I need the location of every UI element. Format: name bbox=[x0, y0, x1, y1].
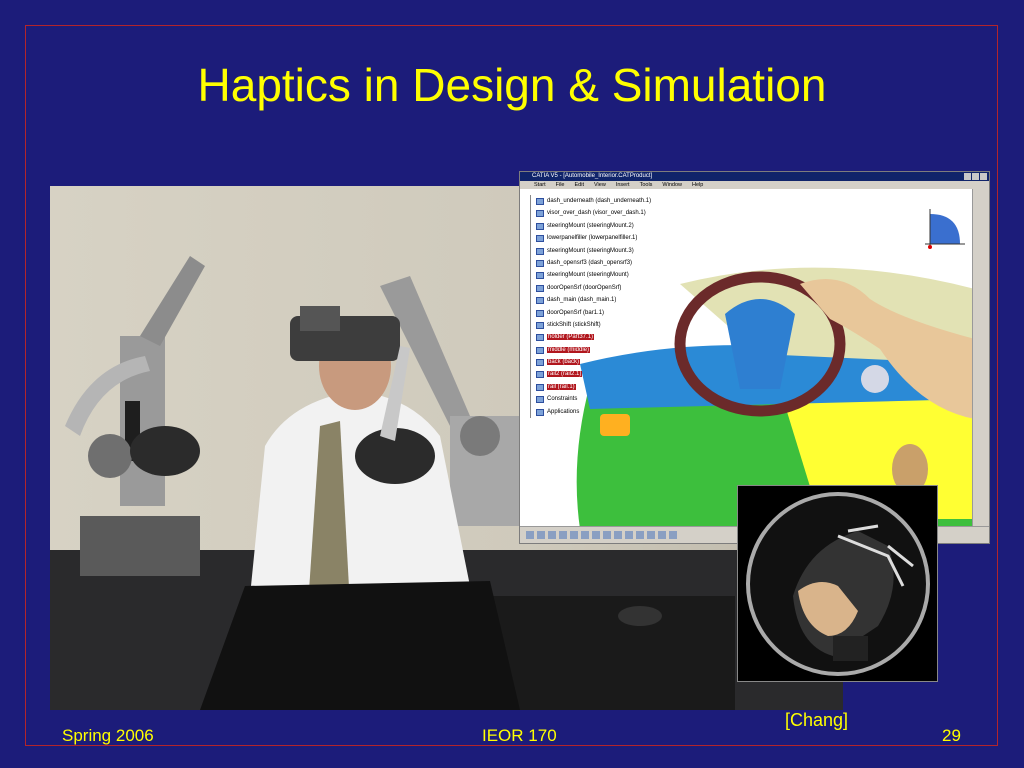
menu-start[interactable]: Start bbox=[534, 181, 546, 189]
tree-item[interactable]: doorOpenSrf (bar1.1) bbox=[524, 307, 651, 319]
slide-number: 29 bbox=[942, 726, 961, 745]
catia-right-toolbar bbox=[972, 189, 989, 529]
tree-item[interactable]: dash_main (dash_main.1) bbox=[524, 294, 651, 306]
tree-item[interactable]: lowerpanelfiller (lowerpanelfiller.1) bbox=[524, 232, 651, 244]
tree-item-selected[interactable]: rail (rail.1) bbox=[524, 381, 651, 393]
minimize-button[interactable] bbox=[964, 173, 971, 180]
menu-edit[interactable]: Edit bbox=[575, 181, 584, 189]
part-icon bbox=[536, 222, 544, 230]
part-icon bbox=[536, 371, 544, 379]
redo-icon[interactable] bbox=[603, 531, 611, 539]
fx-icon[interactable] bbox=[614, 531, 622, 539]
pan-icon[interactable] bbox=[625, 531, 633, 539]
part-icon bbox=[536, 198, 544, 205]
part-icon bbox=[536, 321, 544, 329]
menu-view[interactable]: View bbox=[594, 181, 606, 189]
applications-icon bbox=[536, 408, 544, 416]
part-icon bbox=[536, 284, 544, 292]
footer-course: IEOR 170 bbox=[482, 726, 557, 745]
tree-item[interactable]: dash_opensrf3 (dash_opensrf3) bbox=[524, 257, 651, 269]
catia-menubar: Start File Edit View Insert Tools Window… bbox=[520, 181, 989, 189]
tree-item[interactable]: steeringMount (steeringMount.3) bbox=[524, 245, 651, 257]
tree-item[interactable]: steeringMount (steeringMount.2) bbox=[524, 220, 651, 232]
tree-item-selected[interactable]: holder (Part37.1) bbox=[524, 331, 651, 343]
part-icon bbox=[536, 297, 544, 305]
part-icon bbox=[536, 334, 544, 342]
maximize-button[interactable] bbox=[972, 173, 979, 180]
menu-window[interactable]: Window bbox=[662, 181, 682, 189]
paste-icon[interactable] bbox=[581, 531, 589, 539]
folder-icon[interactable] bbox=[526, 531, 534, 539]
part-icon bbox=[536, 383, 544, 391]
catia-titlebar: CATIA V5 - [Automobile_Interior.CATProdu… bbox=[520, 172, 989, 181]
part-icon bbox=[536, 309, 544, 317]
menu-help[interactable]: Help bbox=[692, 181, 703, 189]
specification-tree: dash_underneath (dash_underneath.1) viso… bbox=[524, 195, 651, 419]
tree-item-constraints[interactable]: Constraints bbox=[524, 393, 651, 405]
copy-icon[interactable] bbox=[570, 531, 578, 539]
tree-item[interactable]: steeringMount (steeringMount) bbox=[524, 269, 651, 281]
print-icon[interactable] bbox=[548, 531, 556, 539]
part-icon bbox=[536, 272, 544, 280]
part-icon bbox=[536, 247, 544, 255]
part-icon bbox=[536, 359, 544, 367]
menu-insert[interactable]: Insert bbox=[616, 181, 630, 189]
catia-3d-viewport[interactable]: dash_underneath (dash_underneath.1) viso… bbox=[520, 189, 975, 529]
image-credit: [Chang] bbox=[785, 710, 849, 730]
tree-item-selected[interactable]: rail2 (rail2.1) bbox=[524, 368, 651, 380]
zoom-in-icon[interactable] bbox=[647, 531, 655, 539]
fit-all-icon[interactable] bbox=[669, 531, 677, 539]
cut-icon[interactable] bbox=[559, 531, 567, 539]
haptic-glove-photo bbox=[737, 485, 938, 682]
part-icon bbox=[536, 259, 544, 267]
close-button[interactable] bbox=[980, 173, 987, 180]
undo-icon[interactable] bbox=[592, 531, 600, 539]
zoom-out-icon[interactable] bbox=[658, 531, 666, 539]
window-controls bbox=[964, 173, 987, 180]
constraints-icon bbox=[536, 396, 544, 404]
part-icon bbox=[536, 346, 544, 354]
menu-tools[interactable]: Tools bbox=[640, 181, 653, 189]
tree-item-selected[interactable]: middle (middle) bbox=[524, 344, 651, 356]
tree-item-selected[interactable]: back (back) bbox=[524, 356, 651, 368]
tree-item[interactable]: doorOpenSrf (doorOpenSrf) bbox=[524, 282, 651, 294]
tree-item[interactable]: visor_over_dash (visor_over_dash.1) bbox=[524, 207, 651, 219]
catia-window-title: CATIA V5 - [Automobile_Interior.CATProdu… bbox=[532, 173, 653, 179]
rotate-icon[interactable] bbox=[636, 531, 644, 539]
tree-item-applications[interactable]: Applications bbox=[524, 406, 651, 418]
tree-item[interactable]: dash_underneath (dash_underneath.1) bbox=[524, 195, 651, 207]
glove-illustration bbox=[746, 492, 930, 676]
save-icon[interactable] bbox=[537, 531, 545, 539]
tree-item[interactable]: stickShift (stickShift) bbox=[524, 319, 651, 331]
part-icon bbox=[536, 235, 544, 243]
part-icon bbox=[536, 210, 544, 218]
footer-date: Spring 2006 bbox=[62, 726, 154, 745]
menu-file[interactable]: File bbox=[556, 181, 565, 189]
slide-title: Haptics in Design & Simulation bbox=[197, 59, 827, 111]
